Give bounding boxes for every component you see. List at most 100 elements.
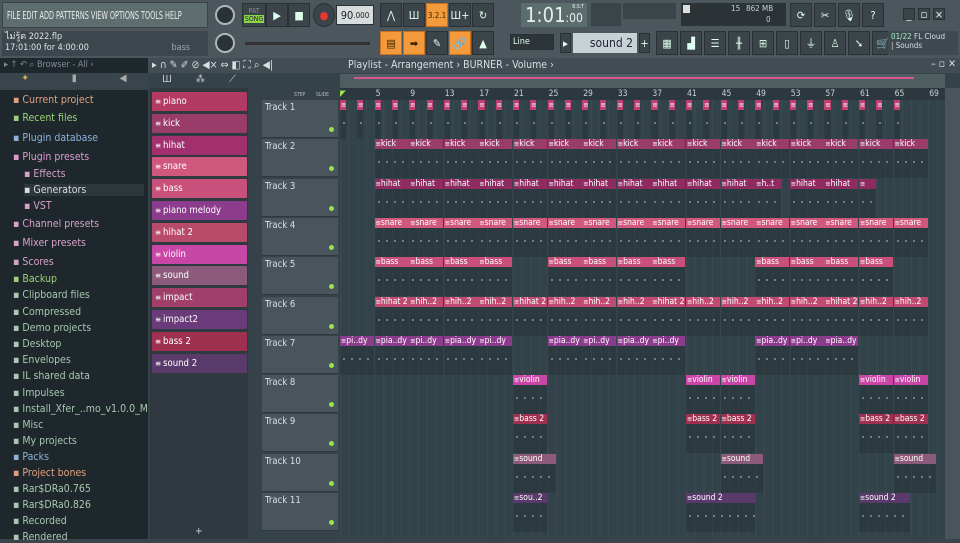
plugin-icon[interactable]: ⏚ bbox=[800, 31, 822, 55]
browser-item[interactable]: ▪ Recent files bbox=[13, 112, 77, 124]
pattern-clip[interactable]: bass 2 bbox=[686, 414, 721, 454]
track-header[interactable]: Track 10 bbox=[262, 453, 338, 492]
pattern-clip[interactable]: hihat bbox=[789, 178, 824, 218]
track-header[interactable]: Track 11 bbox=[262, 493, 338, 531]
pickup-icon[interactable]: ➘ bbox=[848, 31, 870, 55]
pattern-clip[interactable]: pi..dy bbox=[789, 335, 824, 375]
pattern-clip[interactable] bbox=[357, 100, 364, 139]
pattern-clip[interactable]: hih..2 bbox=[443, 296, 478, 336]
pattern-clip[interactable] bbox=[495, 100, 502, 139]
pattern-clip[interactable]: violin bbox=[720, 375, 755, 415]
playlist-icon[interactable]: ▦ bbox=[656, 31, 678, 55]
automation-icon[interactable]: ⟋ bbox=[229, 74, 236, 88]
pattern-clip[interactable]: snare bbox=[582, 217, 617, 257]
close-icon[interactable]: × bbox=[933, 8, 945, 21]
pattern-clip[interactable]: snare bbox=[374, 217, 409, 257]
timeline-ruler[interactable]: ◤ 5 9 13 17 21 25 29 33 37 41 45 49 53 57 61 65 69 bbox=[340, 88, 945, 100]
channel-sound-2[interactable]: sound 2 bbox=[152, 353, 247, 373]
pattern-clip[interactable]: snare bbox=[409, 217, 444, 257]
pattern-clip[interactable]: snare bbox=[720, 217, 755, 257]
browser-item[interactable]: ▪ Impulses bbox=[13, 387, 65, 399]
browser-item[interactable]: ▪ Plugin database bbox=[13, 132, 98, 144]
pattern-clip[interactable]: bass 2 bbox=[893, 414, 928, 454]
pattern-clip[interactable]: violin bbox=[859, 375, 894, 415]
pattern-clip[interactable] bbox=[686, 100, 693, 139]
pattern-clip[interactable]: h..t bbox=[755, 178, 781, 218]
pattern-clip[interactable] bbox=[547, 100, 554, 139]
track-header[interactable]: Track 9 bbox=[262, 414, 338, 453]
track-header[interactable]: Track 2 bbox=[262, 139, 338, 178]
record-audio-button[interactable]: 🎙 bbox=[838, 3, 860, 27]
menu-edit[interactable]: EDIT bbox=[22, 9, 37, 22]
pattern-clip[interactable] bbox=[876, 100, 883, 139]
news-panel[interactable]: 01/22 FL Cloud | Sounds bbox=[888, 31, 958, 55]
pattern-clip[interactable] bbox=[374, 100, 381, 139]
pattern-clip[interactable] bbox=[582, 100, 589, 139]
pattern-clip[interactable] bbox=[755, 100, 762, 139]
pattern-clip[interactable]: hih..2 bbox=[686, 296, 721, 336]
pattern-clip[interactable]: hihat bbox=[409, 178, 444, 218]
pattern-clip[interactable] bbox=[668, 100, 675, 139]
pattern-clip[interactable]: bass bbox=[859, 257, 894, 297]
pattern-clip[interactable] bbox=[513, 100, 520, 139]
pattern-clip[interactable]: kick bbox=[789, 139, 824, 179]
pattern-clip[interactable]: pia..dy bbox=[755, 335, 790, 375]
track-mute-led[interactable] bbox=[328, 479, 335, 487]
stop-button[interactable]: ■ bbox=[288, 3, 310, 27]
pattern-clip[interactable]: snare bbox=[859, 217, 894, 257]
pattern-clip[interactable]: pia..dy bbox=[443, 335, 478, 375]
track-header[interactable]: Track 1 bbox=[262, 100, 338, 138]
pattern-clip[interactable] bbox=[807, 100, 814, 139]
pattern-clip[interactable]: pia..dy bbox=[824, 335, 859, 375]
channel-piano-melody[interactable]: piano melody bbox=[152, 201, 247, 220]
pattern-clip[interactable]: pia..dy bbox=[616, 335, 651, 375]
step-slide-toggle[interactable]: STEP SLIDE bbox=[288, 74, 340, 100]
channel-snare[interactable]: snare bbox=[152, 157, 247, 177]
hat-button[interactable]: ▲ bbox=[472, 31, 494, 55]
browser-item[interactable]: ▪ Rar$DRa0.826 bbox=[13, 499, 91, 511]
pattern-clip[interactable]: snare bbox=[651, 217, 686, 257]
browser-item[interactable]: ▪ Rar$DRa0.765 bbox=[13, 483, 91, 495]
pattern-clip[interactable]: hih..2 bbox=[859, 296, 894, 336]
channel-bass-2[interactable]: bass 2 bbox=[152, 331, 247, 351]
record-button[interactable]: ● bbox=[313, 3, 335, 27]
pattern-clip[interactable] bbox=[720, 100, 727, 139]
browser-item[interactable]: ▪ Recorded bbox=[13, 515, 67, 527]
pattern-clip[interactable] bbox=[824, 100, 831, 139]
playlist-toolbar-icons[interactable]: ▸ ∩ ✎ ✐ ⊘ ◀× ⇔ ◧ ⛶ ⌕ ◀| bbox=[152, 59, 273, 72]
pencil-tool-button[interactable]: ✎ bbox=[426, 31, 448, 55]
pattern-clip[interactable]: kick bbox=[824, 139, 859, 179]
pattern-clip[interactable] bbox=[443, 100, 450, 139]
track-header[interactable]: Track 7 bbox=[262, 335, 338, 374]
track-mute-led[interactable] bbox=[328, 401, 335, 409]
pattern-selector[interactable]: sound 2 bbox=[573, 33, 637, 53]
channel-rack-icon[interactable]: ☰ bbox=[704, 31, 726, 55]
track-header[interactable]: Track 3 bbox=[262, 178, 338, 217]
pattern-clip[interactable]: bass bbox=[374, 257, 409, 297]
pattern-clip[interactable]: hih..2 bbox=[478, 296, 513, 336]
step-edit-button[interactable]: Ш+ bbox=[449, 3, 471, 27]
pattern-clip[interactable]: bass bbox=[478, 257, 513, 297]
pattern-clip[interactable]: hihat 2 bbox=[824, 296, 859, 336]
pattern-clip[interactable]: pi..dy bbox=[478, 335, 513, 375]
pattern-clip[interactable]: kick bbox=[893, 139, 928, 179]
pattern-clip[interactable]: kick bbox=[755, 139, 790, 179]
minimize-icon[interactable]: _ bbox=[903, 8, 915, 21]
wait-for-input-button[interactable]: Ш bbox=[403, 3, 425, 27]
pattern-clip[interactable]: pi..dy bbox=[340, 335, 375, 375]
pattern-clip[interactable]: kick bbox=[409, 139, 444, 179]
pattern-clip[interactable]: violin bbox=[893, 375, 928, 415]
menu-options[interactable]: OPTIONS bbox=[110, 9, 139, 22]
pattern-clip[interactable]: bass 2 bbox=[859, 414, 894, 454]
browser-item[interactable]: ▪ Rendered bbox=[13, 531, 68, 543]
track-mute-led[interactable] bbox=[328, 440, 335, 448]
browser-item[interactable]: ▪ Plugin presets bbox=[13, 151, 89, 163]
channel-impact[interactable]: impact bbox=[152, 288, 247, 308]
pattern-clip[interactable]: kick bbox=[478, 139, 513, 179]
piano-icon[interactable]: Ш bbox=[162, 74, 172, 88]
pattern-clip[interactable]: hihat bbox=[651, 178, 686, 218]
pattern-clip[interactable]: hih..2 bbox=[547, 296, 582, 336]
undo-button[interactable]: ⟳ bbox=[790, 3, 812, 27]
pattern-clip[interactable]: bass bbox=[824, 257, 859, 297]
pattern-clip[interactable]: kick bbox=[720, 139, 755, 179]
